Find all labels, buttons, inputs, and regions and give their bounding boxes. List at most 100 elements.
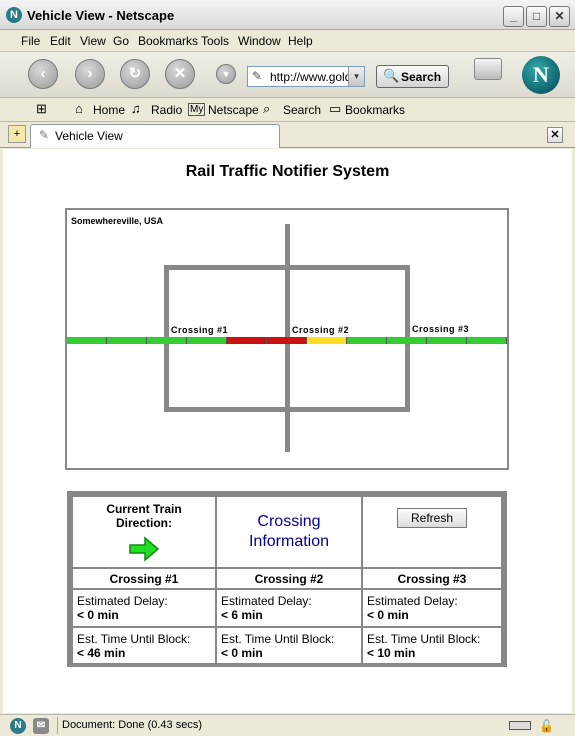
track-segment-green (187, 337, 227, 344)
track-segment-yellow (307, 337, 347, 344)
tab-vehicle-view[interactable]: ✎ Vehicle View (30, 124, 280, 148)
crossing-1-label: Crossing #1 (171, 325, 229, 335)
crossing-2-block-cell: Est. Time Until Block: < 0 min (215, 626, 363, 665)
menu-file[interactable]: File (21, 34, 40, 48)
track-segment-red (267, 337, 307, 344)
track-segment-green (67, 337, 107, 344)
crossing-1-block: < 46 min (77, 645, 126, 660)
radio-icon: ♫ (131, 101, 141, 116)
direction-label: Current Train Direction: (106, 502, 182, 530)
crossing-info-panel: Current Train Direction: Crossing Inform… (67, 491, 507, 667)
bookmarks-link[interactable]: Bookmarks (345, 103, 405, 117)
track-segment-green (107, 337, 147, 344)
personal-toolbar: ⊞ ⌂ Home ♫ Radio My Netscape ⌕ Search ▭ … (0, 98, 575, 122)
page-icon: ✎ (252, 69, 263, 83)
navigation-toolbar: ‹ › ↻ ✕ ▾ ✎ http://www.gold ▾ 🔍 Search N (0, 52, 575, 98)
print-icon[interactable] (474, 58, 502, 80)
connection-icon (509, 721, 531, 730)
home-icon: ⌂ (75, 101, 83, 116)
track-segment-green (427, 337, 467, 344)
url-field[interactable]: ✎ http://www.gold ▾ (247, 66, 365, 87)
menu-window[interactable]: Window (238, 34, 281, 48)
my-netscape-icon: My (188, 103, 206, 116)
block-label: Est. Time Until Block: (367, 631, 481, 646)
menu-bar: File Edit View Go Bookmarks Tools Window… (0, 30, 575, 52)
menu-bookmarks[interactable]: Bookmarks (138, 34, 198, 48)
crossing-3-block-cell: Est. Time Until Block: < 10 min (361, 626, 503, 665)
crossing-2-block: < 0 min (221, 645, 263, 660)
forward-button[interactable]: › (75, 59, 105, 89)
page-content: Rail Traffic Notifier System Somewherevi… (3, 149, 572, 713)
crossing-2-delay: < 6 min (221, 608, 263, 622)
train-direction-cell: Current Train Direction: (71, 495, 217, 569)
netscape-link[interactable]: Netscape (208, 103, 259, 117)
crossing-3-block: < 10 min (367, 645, 416, 660)
delay-label: Estimated Delay: (221, 594, 312, 608)
crossing-2-delay-cell: Estimated Delay: < 6 min (215, 588, 363, 628)
crossing-3-header: Crossing #3 (361, 567, 503, 590)
block-label: Est. Time Until Block: (77, 631, 191, 646)
track-segment-green (347, 337, 387, 344)
track-segment-green (147, 337, 187, 344)
search-button[interactable]: 🔍 Search (376, 65, 449, 88)
netscape-status-icon[interactable]: N (10, 718, 26, 734)
dropdown-icon[interactable]: ▾ (216, 64, 236, 84)
crossing-info-heading: Crossing Information (248, 513, 330, 550)
radio-link[interactable]: Radio (151, 103, 182, 117)
search-icon: ⌕ (263, 101, 271, 116)
block-label: Est. Time Until Block: (221, 631, 335, 646)
tab-bar: + ✎ Vehicle View ✕ (0, 122, 575, 148)
status-bar: N ✉ Document: Done (0.43 secs) 🔓 (0, 714, 575, 736)
stop-button[interactable]: ✕ (165, 59, 195, 89)
right-arrow-icon (129, 536, 160, 562)
page-title: Rail Traffic Notifier System (185, 163, 390, 180)
road-horizontal-top (164, 265, 410, 270)
crossing-3-delay: < 0 min (367, 608, 409, 622)
search-icon: 🔍 (383, 68, 400, 83)
tab-label: Vehicle View (55, 129, 123, 143)
close-tab-button[interactable]: ✕ (547, 127, 563, 143)
minimize-button[interactable]: _ (503, 6, 524, 27)
track-segment-green (467, 337, 507, 344)
menu-view[interactable]: View (80, 34, 106, 48)
url-text: http://www.gold (270, 70, 352, 84)
track-segment-green (387, 337, 427, 344)
title-bar: N Vehicle View - Netscape _ □ ✕ (0, 0, 575, 30)
status-text: Document: Done (0.43 secs) (62, 719, 203, 731)
crossing-2-header: Crossing #2 (215, 567, 363, 590)
url-dropdown-icon[interactable]: ▾ (348, 67, 364, 86)
back-button[interactable]: ‹ (28, 59, 58, 89)
crossing-2-label: Crossing #2 (292, 325, 350, 335)
rail-track (67, 337, 507, 344)
status-divider (57, 717, 58, 734)
mail-icon[interactable]: ✉ (33, 718, 49, 734)
menu-go[interactable]: Go (113, 34, 129, 48)
refresh-button[interactable]: Refresh (397, 508, 467, 528)
crossing-1-delay: < 0 min (77, 608, 119, 622)
track-segment-red (227, 337, 267, 344)
close-window-button[interactable]: ✕ (549, 6, 570, 27)
new-tab-icon[interactable]: + (8, 125, 26, 143)
crossing-1-delay-cell: Estimated Delay: < 0 min (71, 588, 217, 628)
road-horizontal-bottom (164, 407, 410, 412)
search-button-label: Search (401, 70, 442, 84)
security-lock-icon[interactable]: 🔓 (539, 719, 554, 733)
crossing-3-delay-cell: Estimated Delay: < 0 min (361, 588, 503, 628)
map-location-label: Somewhereville, USA (71, 216, 164, 226)
crossing-3-label: Crossing #3 (412, 324, 470, 334)
crossing-1-header: Crossing #1 (71, 567, 217, 590)
sidebar-toggle-icon[interactable]: ⊞ (36, 101, 47, 117)
netscape-logo[interactable]: N (522, 56, 560, 94)
window-title: Vehicle View - Netscape (27, 8, 175, 23)
maximize-button[interactable]: □ (526, 6, 547, 27)
menu-tools[interactable]: Tools (201, 34, 229, 48)
delay-label: Estimated Delay: (77, 594, 168, 608)
home-link[interactable]: Home (93, 103, 125, 117)
folder-icon: ▭ (329, 101, 342, 116)
delay-label: Estimated Delay: (367, 594, 458, 608)
search-link[interactable]: Search (283, 103, 321, 117)
reload-button[interactable]: ↻ (120, 59, 150, 89)
menu-edit[interactable]: Edit (50, 34, 71, 48)
menu-help[interactable]: Help (288, 34, 313, 48)
netscape-app-icon: N (6, 7, 22, 23)
